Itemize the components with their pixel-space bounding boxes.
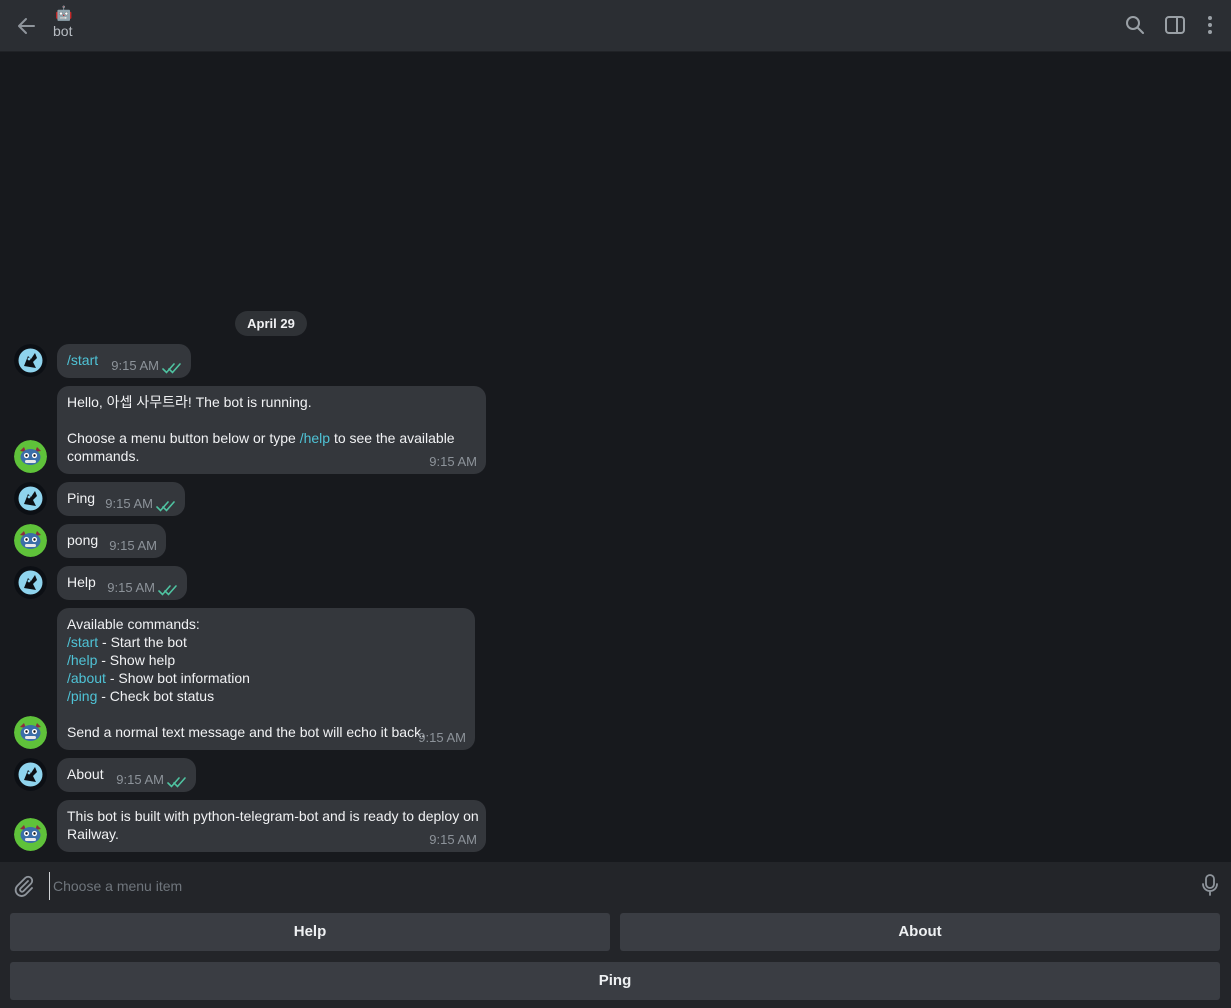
read-receipt-icon — [156, 498, 176, 512]
message-text: - Check bot status — [97, 688, 215, 704]
command-link[interactable]: /start — [67, 352, 98, 368]
message-text: Ping — [67, 490, 96, 506]
bot-avatar[interactable] — [14, 524, 47, 557]
message-line: Send a normal text message and the bot w… — [67, 723, 465, 741]
message-line: Choose a menu button below or type /help… — [67, 429, 476, 447]
message-text: About — [67, 766, 104, 782]
message-line: /help - Show help — [67, 651, 465, 669]
microphone-icon[interactable] — [1199, 873, 1221, 897]
message-line: /about - Show bot information — [67, 669, 465, 687]
message-line: commands. — [67, 447, 476, 465]
keyboard-about-button[interactable]: About — [620, 913, 1220, 951]
message-text: Help — [67, 574, 96, 590]
sidebar-toggle-icon[interactable] — [1164, 14, 1186, 36]
date-separator: April 29 — [235, 311, 307, 336]
message-text: - Show bot information — [105, 670, 250, 686]
command-link[interactable]: /help — [67, 652, 97, 668]
message-bubble[interactable]: /start 9:15 AM — [57, 344, 191, 378]
message-line — [67, 411, 476, 429]
message-text: - Start the bot — [98, 634, 187, 650]
message-text: This bot is built with python-telegram-b… — [67, 808, 479, 824]
message-text: pong — [67, 532, 99, 548]
message-bubble[interactable]: Available commands:/start - Start the bo… — [57, 608, 475, 750]
command-link[interactable]: /about — [67, 670, 106, 686]
more-vertical-icon[interactable] — [1199, 14, 1221, 36]
message-line: /start - Start the bot — [67, 633, 465, 651]
paperclip-icon[interactable] — [12, 874, 36, 898]
message-bubble[interactable]: Help 9:15 AM — [57, 566, 187, 600]
message-text: - Show help — [97, 652, 176, 668]
message-time: 9:15 AM — [111, 358, 159, 373]
read-receipt-icon — [158, 582, 178, 596]
user-avatar[interactable] — [14, 482, 47, 515]
chat-header: 🤖 bot — [0, 0, 1231, 52]
message-bubble[interactable]: pong 9:15 AM — [57, 524, 166, 558]
message-time: 9:15 AM — [429, 454, 477, 469]
message-text: Choose a menu button below or type — [67, 430, 300, 446]
chat-title[interactable]: 🤖 bot — [53, 4, 72, 40]
message-line — [67, 705, 465, 723]
message-text: commands. — [67, 448, 140, 464]
user-avatar[interactable] — [14, 344, 47, 377]
message-text: Send a normal text message and the bot w… — [67, 724, 425, 740]
message-time: 9:15 AM — [107, 580, 155, 595]
message-bubble[interactable]: Ping 9:15 AM — [57, 482, 185, 516]
read-receipt-icon — [167, 774, 187, 788]
message-input[interactable] — [49, 872, 1195, 900]
message-line: This bot is built with python-telegram-b… — [67, 807, 479, 825]
message-bubble[interactable]: This bot is built with python-telegram-b… — [57, 800, 486, 852]
user-avatar[interactable] — [14, 758, 47, 791]
message-bubble[interactable]: About 9:15 AM — [57, 758, 196, 792]
bot-emoji: 🤖 — [55, 5, 73, 21]
message-time: 9:15 AM — [105, 496, 153, 511]
keyboard-help-button[interactable]: Help — [10, 913, 610, 951]
message-time: 9:15 AM — [116, 772, 164, 787]
bot-avatar[interactable] — [14, 716, 47, 749]
message-time: 9:15 AM — [109, 538, 157, 553]
bot-avatar[interactable] — [14, 440, 47, 473]
message-time: 9:15 AM — [418, 730, 466, 745]
message-time: 9:15 AM — [429, 832, 477, 847]
user-avatar[interactable] — [14, 566, 47, 599]
message-line: Railway. — [67, 825, 476, 843]
message-text: Railway. — [67, 826, 119, 842]
chat-name: bot — [53, 23, 73, 39]
search-icon[interactable] — [1124, 14, 1146, 36]
message-line: Available commands: — [67, 615, 465, 633]
bot-avatar[interactable] — [14, 818, 47, 851]
keyboard-ping-button[interactable]: Ping — [10, 962, 1220, 1000]
message-line: Hello, 아셉 사무트라! The bot is running. — [67, 393, 476, 411]
message-bubble[interactable]: Hello, 아셉 사무트라! The bot is running. Choo… — [57, 386, 486, 474]
message-line: /ping - Check bot status — [67, 687, 465, 705]
command-link[interactable]: /help — [300, 430, 330, 446]
message-text: to see the available — [330, 430, 455, 446]
message-text: Available commands: — [67, 616, 200, 632]
command-link[interactable]: /ping — [67, 688, 97, 704]
command-link[interactable]: /start — [67, 634, 98, 650]
read-receipt-icon — [162, 360, 182, 374]
message-text: Hello, 아셉 사무트라! The bot is running. — [67, 394, 312, 410]
back-arrow-icon[interactable] — [14, 13, 40, 39]
